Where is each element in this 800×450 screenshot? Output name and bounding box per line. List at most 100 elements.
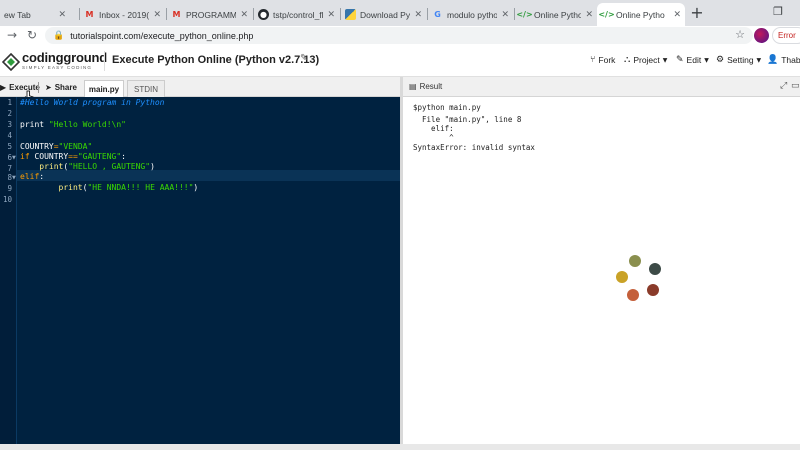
user-menu[interactable]: 👤 Thabe: [767, 55, 800, 65]
tab-label: modulo pytho: [447, 9, 498, 20]
browser-tab-new-tab[interactable]: ew Tab ✕: [0, 3, 70, 26]
code-line-6: if COUNTRY=="GAUTENG":: [20, 152, 126, 161]
fork-label: Fork: [598, 55, 616, 65]
browser-tab-strip: ew Tab ✕ M Inbox - 2019( ✕ M PROGRAMMI ✕…: [0, 0, 800, 26]
project-label: Project: [633, 55, 660, 65]
play-icon: ▶: [0, 83, 7, 92]
logo-tagline: SIMPLY EASY CODING: [22, 65, 93, 70]
project-icon: ⛬: [624, 55, 631, 65]
code-line-8: elif:: [20, 172, 45, 181]
address-bar-row: → ↻ 🔒 tutorialspoint.com/execute_python_…: [0, 26, 800, 45]
output-line: ^: [413, 133, 454, 142]
spinner-dot: [647, 284, 659, 296]
output-line: SyntaxError: invalid syntax: [413, 143, 535, 152]
edit-title-icon[interactable]: ✎: [300, 53, 308, 64]
tab-label: Download Pyt: [360, 9, 411, 20]
line-number: 3: [7, 120, 12, 129]
status-strip: [0, 444, 800, 450]
line-number: 2: [7, 109, 12, 118]
tab-label: Online Pytho: [534, 9, 582, 20]
edit-icon: ✎: [676, 55, 684, 65]
editor-toolbar: ▶ Execute ➤ Share main.py STDIN: [0, 77, 402, 97]
tab-label: PROGRAMMI: [186, 9, 237, 20]
page-title: Execute Python Online (Python v2.7.13): [112, 54, 320, 66]
reload-icon[interactable]: ↻: [24, 27, 40, 43]
tab-stdin[interactable]: STDIN: [127, 80, 165, 97]
line-number: 4: [7, 131, 12, 140]
github-icon: ●: [258, 9, 269, 20]
tab-label: tstp/control_fl: [273, 9, 324, 20]
tab-label: Inbox - 2019(: [99, 9, 150, 20]
close-icon[interactable]: ✕: [153, 10, 161, 20]
spinner-dot: [629, 255, 641, 267]
avatar[interactable]: [754, 28, 769, 43]
logo-icon: [2, 53, 20, 71]
result-output: $python main.py File "main.py", line 8 e…: [403, 97, 800, 444]
share-button[interactable]: ➤ Share: [45, 80, 77, 95]
browser-tab-programming[interactable]: M PROGRAMMI ✕: [167, 3, 252, 26]
user-label: Thabe: [781, 55, 800, 65]
browser-tab-github[interactable]: ● tstp/control_fl ✕: [254, 3, 339, 26]
close-icon[interactable]: ✕: [58, 10, 66, 20]
close-icon[interactable]: ✕: [240, 10, 248, 20]
output-line: $python main.py: [413, 103, 481, 112]
code-line-9: print("HE NNDA!!! HE AAA!!!"): [58, 183, 199, 192]
code-icon: </>: [516, 10, 533, 19]
expand-icon[interactable]: ⤢: [780, 81, 787, 91]
code-icon: </>: [598, 10, 615, 19]
code-line-5: COUNTRY="VENDA": [20, 142, 93, 151]
tab-main-py[interactable]: main.py: [84, 80, 124, 97]
close-icon[interactable]: ✕: [414, 10, 422, 20]
line-number: 7: [7, 164, 12, 173]
line-number: 6: [7, 153, 12, 162]
line-number: 5: [7, 142, 12, 151]
python-icon: [345, 9, 356, 20]
setting-menu[interactable]: ⚙ Setting ▼: [716, 55, 764, 65]
gmail-icon: M: [85, 10, 94, 19]
chevron-down-icon: ▼: [704, 56, 709, 64]
logo-wordmark: codingground: [22, 50, 107, 65]
codingground-logo[interactable]: codingground SIMPLY EASY CODING: [2, 50, 107, 74]
fullscreen-icon[interactable]: ▭: [791, 81, 800, 91]
browser-tab-online-python[interactable]: </> Online Pytho ✕: [515, 3, 597, 26]
tab-label: Online Pytho: [616, 9, 665, 20]
close-icon[interactable]: ✕: [585, 10, 593, 20]
close-icon[interactable]: ✕: [327, 10, 335, 20]
code-line-1: #Hello World program in Python: [20, 98, 165, 107]
close-icon[interactable]: ✕: [673, 10, 681, 20]
project-menu[interactable]: ⛬ Project ▼: [624, 55, 670, 65]
spinner-dot: [627, 289, 639, 301]
line-number: 1: [7, 98, 12, 107]
share-icon: ➤: [45, 83, 52, 92]
fork-menu[interactable]: ⑂ Fork: [590, 55, 615, 65]
code-line-7: print("HELLO , GAUTENG"): [39, 162, 155, 171]
forward-icon[interactable]: →: [4, 27, 20, 43]
gear-icon: ⚙: [716, 55, 725, 65]
fold-arrow-icon[interactable]: ▼: [12, 175, 16, 181]
restore-window-icon[interactable]: ❐: [768, 3, 788, 21]
site-header: codingground SIMPLY EASY CODING Execute …: [0, 45, 800, 77]
new-tab-button[interactable]: +: [688, 3, 706, 23]
share-label: Share: [54, 83, 77, 92]
url-bar[interactable]: 🔒 tutorialspoint.com/execute_python_onli…: [45, 27, 753, 44]
result-title-label: Result: [419, 82, 443, 91]
line-number: 9: [7, 184, 12, 193]
line-number: 8: [7, 173, 12, 182]
result-header: ▤ Result ⤢ ▭: [403, 77, 800, 97]
bookmark-star-icon[interactable]: ☆: [735, 28, 745, 41]
fork-icon: ⑂: [590, 55, 596, 65]
browser-tab-inbox[interactable]: M Inbox - 2019( ✕: [80, 3, 165, 26]
browser-tab-google[interactable]: G modulo pytho ✕: [428, 3, 513, 26]
line-number: 10: [2, 195, 12, 204]
edit-label: Edit: [686, 55, 702, 65]
code-editor[interactable]: 1 2 3 4 5 6 7 8 9 10 ▼ ▼ #Hello World pr…: [0, 97, 400, 444]
close-icon[interactable]: ✕: [501, 10, 509, 20]
error-button[interactable]: Error: [772, 27, 800, 44]
fold-arrow-icon[interactable]: ▼: [12, 155, 16, 161]
edit-menu[interactable]: ✎ Edit ▼: [676, 55, 712, 65]
lock-icon: 🔒: [53, 30, 65, 41]
tab-label: ew Tab: [4, 9, 31, 20]
browser-tab-online-python-active[interactable]: </> Online Pytho ✕: [597, 3, 685, 26]
chevron-down-icon: ▼: [756, 56, 762, 64]
browser-tab-download-python[interactable]: Download Pyt ✕: [341, 3, 426, 26]
